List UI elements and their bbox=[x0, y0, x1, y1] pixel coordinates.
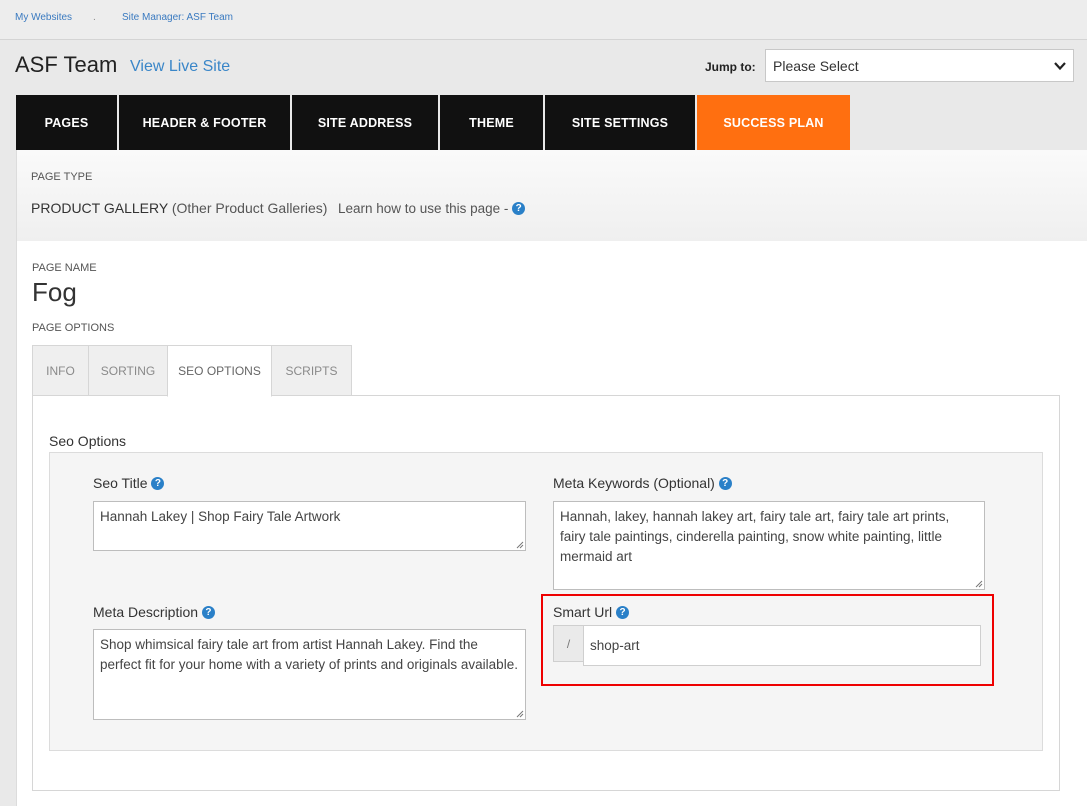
smart-url-value: shop-art bbox=[590, 638, 640, 653]
page-name-value: Fog bbox=[32, 277, 77, 307]
meta-keywords-label-text: Meta Keywords (Optional) bbox=[553, 475, 715, 491]
chevron-down-icon bbox=[1054, 62, 1066, 71]
nav-tab-site-address[interactable]: SITE ADDRESS bbox=[292, 95, 438, 150]
learn-how-text: Learn how to use this page - bbox=[338, 201, 509, 216]
breadcrumb-my-websites[interactable]: My Websites bbox=[15, 12, 72, 23]
breadcrumb-site-manager[interactable]: Site Manager: ASF Team bbox=[122, 12, 233, 23]
page-type-label: PAGE TYPE bbox=[31, 171, 93, 183]
page-type-panel: PAGE TYPE PRODUCT GALLERY (Other Product… bbox=[16, 150, 1087, 241]
nav-tab-site-settings[interactable]: SITE SETTINGS bbox=[545, 95, 695, 150]
question-circle-icon[interactable]: ? bbox=[201, 605, 215, 619]
meta-description-value: Shop whimsical fairy tale art from artis… bbox=[100, 637, 518, 672]
page-type-name: PRODUCT GALLERY bbox=[31, 200, 168, 216]
question-circle-icon[interactable]: ? bbox=[151, 476, 165, 490]
page-type-value: PRODUCT GALLERY (Other Product Galleries… bbox=[31, 200, 327, 216]
view-live-site-link[interactable]: View Live Site bbox=[130, 58, 230, 76]
tab-sorting[interactable]: SORTING bbox=[88, 345, 168, 397]
seo-title-input[interactable]: Hannah Lakey | Shop Fairy Tale Artwork bbox=[93, 501, 526, 551]
seo-title-label: Seo Title ? bbox=[93, 475, 165, 491]
meta-description-label-text: Meta Description bbox=[93, 604, 199, 620]
jump-to-label: Jump to: bbox=[705, 60, 756, 74]
smart-url-prefix: / bbox=[553, 625, 584, 662]
smart-url-label-text: Smart Url bbox=[553, 604, 613, 620]
seo-title-value: Hannah Lakey | Shop Fairy Tale Artwork bbox=[100, 509, 341, 524]
site-title: ASF Team bbox=[15, 52, 118, 77]
resize-handle-icon[interactable] bbox=[975, 580, 983, 588]
nav-tab-success-plan[interactable]: SUCCESS PLAN bbox=[697, 95, 850, 150]
meta-description-label: Meta Description ? bbox=[93, 604, 215, 620]
question-circle-icon[interactable]: ? bbox=[616, 605, 630, 619]
learn-how-link[interactable]: Learn how to use this page - ? bbox=[338, 201, 526, 216]
breadcrumb: My Websites . Site Manager: ASF Team bbox=[0, 0, 1087, 40]
question-circle-icon[interactable]: ? bbox=[718, 476, 732, 490]
jump-to-selected-value: Please Select bbox=[773, 58, 859, 74]
jump-to-select[interactable]: Please Select bbox=[765, 49, 1074, 82]
page-type-sub: (Other Product Galleries) bbox=[171, 200, 328, 216]
resize-handle-icon[interactable] bbox=[516, 710, 524, 718]
page-options-label: PAGE OPTIONS bbox=[32, 322, 115, 334]
tab-info[interactable]: INFO bbox=[32, 345, 89, 397]
question-circle-icon[interactable]: ? bbox=[512, 201, 526, 215]
page-name-label: PAGE NAME bbox=[32, 262, 97, 274]
smart-url-input[interactable]: shop-art bbox=[583, 625, 981, 666]
seo-options-heading: Seo Options bbox=[49, 433, 127, 449]
seo-options-content: Seo Options bbox=[32, 395, 1060, 791]
meta-description-input[interactable]: Shop whimsical fairy tale art from artis… bbox=[93, 629, 526, 720]
tab-scripts[interactable]: SCRIPTS bbox=[271, 345, 352, 397]
meta-keywords-input[interactable]: Hannah, lakey, hannah lakey art, fairy t… bbox=[553, 501, 985, 590]
seo-title-label-text: Seo Title bbox=[93, 475, 148, 491]
resize-handle-icon[interactable] bbox=[516, 541, 524, 549]
meta-keywords-label: Meta Keywords (Optional) ? bbox=[553, 475, 732, 491]
breadcrumb-separator: . bbox=[93, 12, 96, 23]
nav-tab-theme[interactable]: THEME bbox=[440, 95, 543, 150]
tab-seo-options[interactable]: SEO OPTIONS bbox=[167, 345, 272, 397]
nav-tab-header-footer[interactable]: HEADER & FOOTER bbox=[119, 95, 290, 150]
nav-tab-pages[interactable]: PAGES bbox=[16, 95, 117, 150]
meta-keywords-value: Hannah, lakey, hannah lakey art, fairy t… bbox=[560, 509, 950, 564]
smart-url-label: Smart Url ? bbox=[553, 604, 630, 620]
